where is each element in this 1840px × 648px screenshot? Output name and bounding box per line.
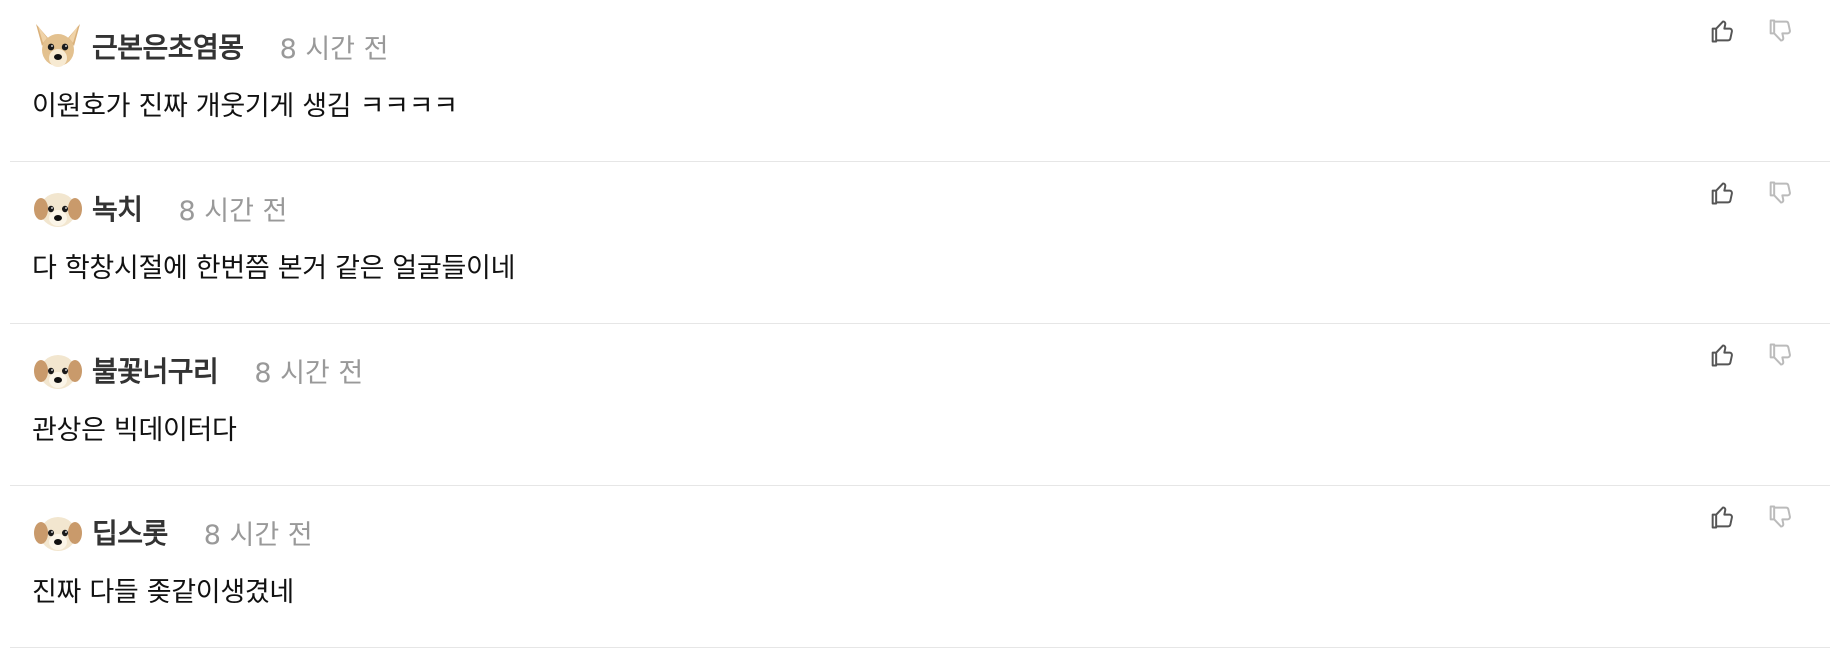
avatar[interactable]: [32, 20, 84, 72]
comment-header: 근본은초염몽 8 시간 전: [32, 22, 388, 70]
comment-item: 딥스롯 8 시간 전 진짜 다들 좆같이생겼네: [10, 486, 1830, 648]
vote-buttons: [1708, 16, 1794, 46]
comment-item: 녹치 8 시간 전 다 학창시절에 한번쯤 본거 같은 얼굴들이네: [10, 162, 1830, 324]
thumbs-down-icon[interactable]: [1766, 178, 1794, 208]
comment-timestamp: 8 시간 전: [279, 33, 389, 65]
vote-buttons: [1708, 340, 1794, 370]
avatar[interactable]: [32, 506, 84, 558]
comment-text: 관상은 빅데이터다: [32, 415, 237, 446]
comment-timestamp: 8 시간 전: [203, 519, 313, 551]
vote-buttons: [1708, 502, 1794, 532]
comment-author[interactable]: 불꽃너구리: [92, 350, 219, 390]
vote-buttons: [1708, 178, 1794, 208]
comment-timestamp: 8 시간 전: [254, 357, 364, 389]
thumbs-up-icon[interactable]: [1708, 502, 1736, 532]
comment-item: 근본은초염몽 8 시간 전 이원호가 진짜 개웃기게 생김 ㅋㅋㅋㅋ: [10, 0, 1830, 162]
avatar[interactable]: [32, 182, 84, 234]
comment-header: 불꽃너구리 8 시간 전: [32, 346, 363, 394]
comment-header: 녹치 8 시간 전: [32, 184, 287, 232]
comment-text: 이원호가 진짜 개웃기게 생김 ㅋㅋㅋㅋ: [32, 91, 458, 122]
comment-author[interactable]: 근본은초염몽: [92, 26, 244, 66]
thumbs-up-icon[interactable]: [1708, 340, 1736, 370]
thumbs-up-icon[interactable]: [1708, 16, 1736, 46]
comment-author[interactable]: 녹치: [92, 188, 143, 228]
comment-header: 딥스롯 8 시간 전: [32, 508, 313, 556]
thumbs-down-icon[interactable]: [1766, 502, 1794, 532]
comment-text: 다 학창시절에 한번쯤 본거 같은 얼굴들이네: [32, 253, 516, 284]
comment-list: 근본은초염몽 8 시간 전 이원호가 진짜 개웃기게 생김 ㅋㅋㅋㅋ 녹치 8 …: [0, 0, 1840, 648]
comment-timestamp: 8 시간 전: [178, 195, 288, 227]
comment-text: 진짜 다들 좆같이생겼네: [32, 577, 294, 608]
avatar[interactable]: [32, 344, 84, 396]
comment-item: 불꽃너구리 8 시간 전 관상은 빅데이터다: [10, 324, 1830, 486]
thumbs-up-icon[interactable]: [1708, 178, 1736, 208]
thumbs-down-icon[interactable]: [1766, 340, 1794, 370]
thumbs-down-icon[interactable]: [1766, 16, 1794, 46]
comment-author[interactable]: 딥스롯: [92, 512, 168, 552]
